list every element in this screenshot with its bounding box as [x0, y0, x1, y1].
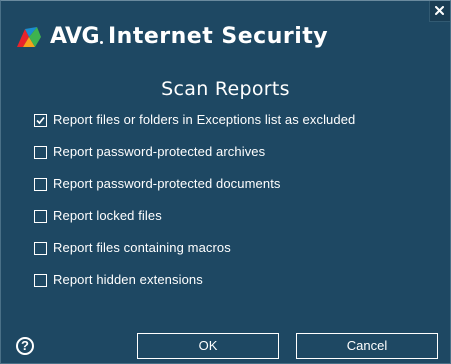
checkbox[interactable] [34, 241, 47, 255]
title-bar: AVG Internet Security [1, 1, 450, 61]
checkbox[interactable] [34, 177, 47, 191]
dialog-heading: Scan Reports [161, 78, 290, 100]
checkbox[interactable] [34, 209, 47, 223]
product-name: Internet Security [108, 24, 329, 49]
option-report-password-documents[interactable]: Report password-protected documents [34, 175, 281, 193]
option-label: Report files containing macros [53, 240, 231, 255]
option-label: Report hidden extensions [53, 272, 203, 287]
option-report-password-archives[interactable]: Report password-protected archives [34, 143, 265, 161]
option-label: Report password-protected archives [53, 144, 266, 159]
avg-logo-icon [17, 27, 41, 47]
checkbox[interactable] [34, 145, 47, 159]
brand-dot [100, 41, 103, 44]
option-label: Report locked files [53, 208, 162, 223]
checkbox[interactable] [34, 113, 47, 127]
ok-button[interactable]: OK [137, 333, 279, 359]
brand-name: AVG [50, 24, 100, 49]
help-icon[interactable]: ? [16, 337, 34, 355]
check-icon [36, 116, 45, 124]
close-icon [435, 6, 444, 15]
checkbox[interactable] [34, 273, 47, 287]
scan-reports-dialog: AVG Internet Security Scan Reports Repor… [0, 0, 451, 364]
option-report-exceptions[interactable]: Report files or folders in Exceptions li… [34, 111, 355, 129]
option-label: Report files or folders in Exceptions li… [53, 112, 356, 127]
cancel-button[interactable]: Cancel [296, 333, 438, 359]
option-report-locked-files[interactable]: Report locked files [34, 207, 162, 225]
option-report-hidden-extensions[interactable]: Report hidden extensions [34, 271, 203, 289]
close-button[interactable] [429, 1, 450, 22]
option-report-macros[interactable]: Report files containing macros [34, 239, 231, 257]
option-label: Report password-protected documents [53, 176, 281, 191]
